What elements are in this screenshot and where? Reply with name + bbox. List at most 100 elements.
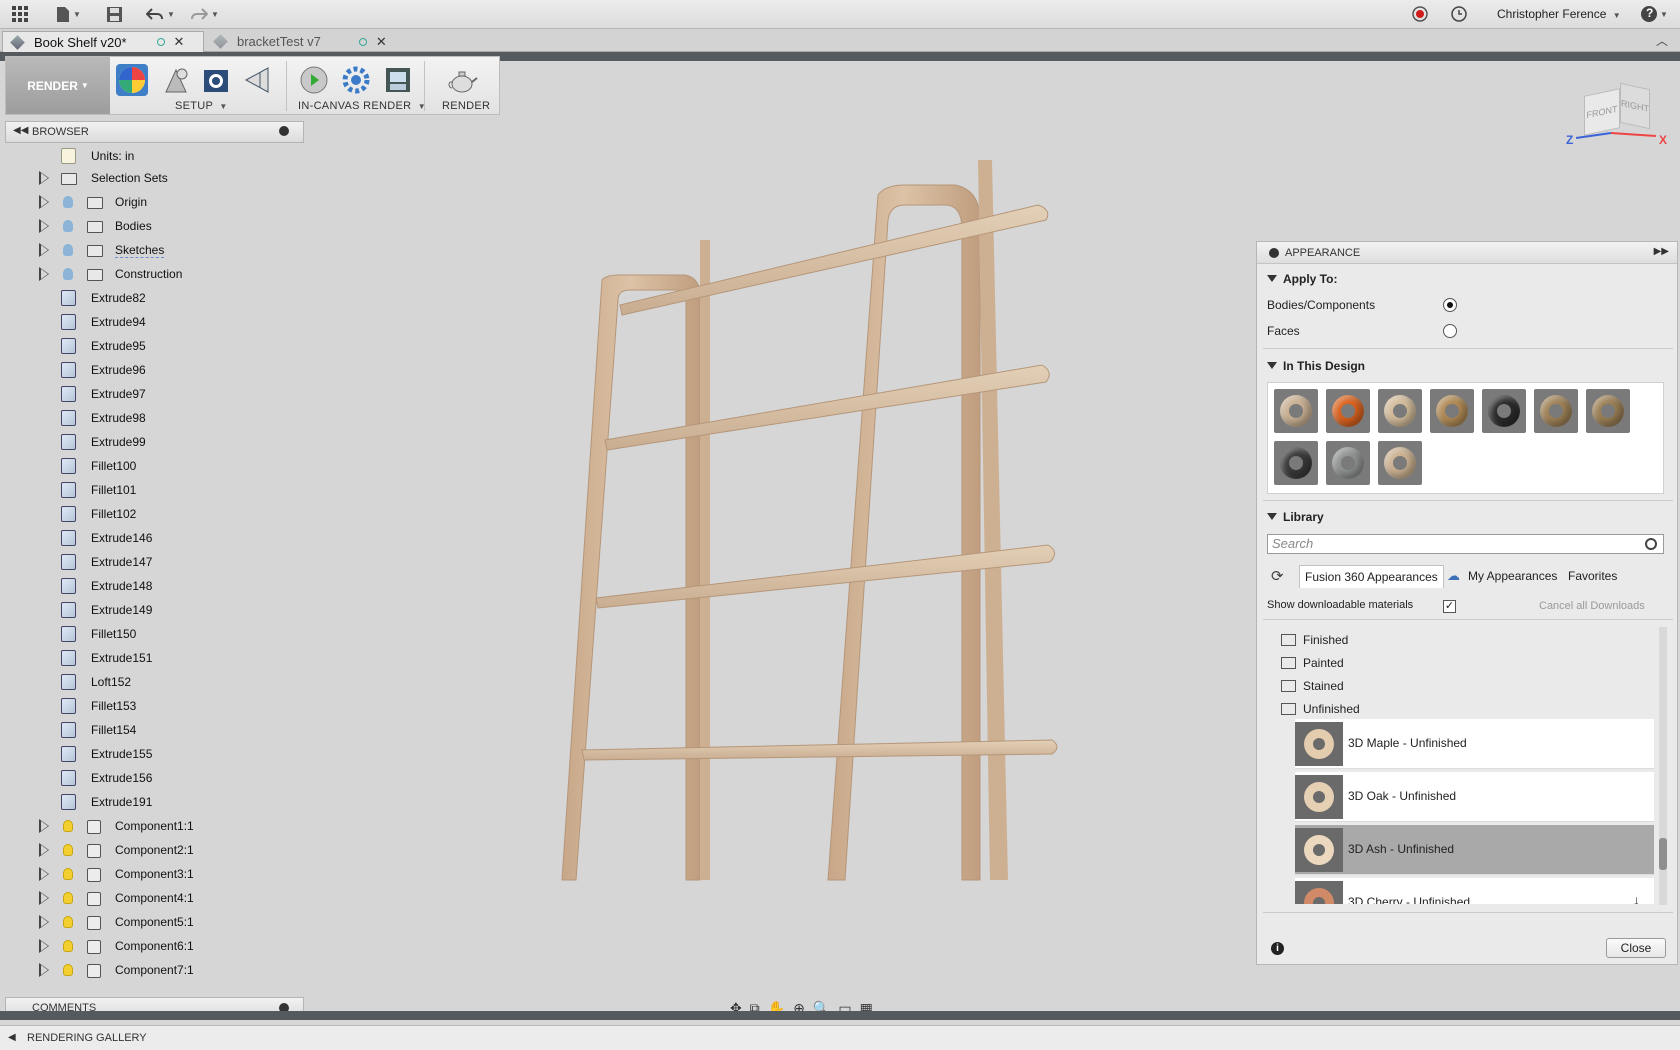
tab-book-shelf[interactable]: Book Shelf v20* ✕: [2, 31, 204, 52]
library-scrollbar-thumb[interactable]: [1659, 838, 1667, 870]
collapse-browser-icon[interactable]: ◀◀: [13, 125, 28, 136]
expand-triangle-icon[interactable]: [39, 963, 49, 977]
material-item[interactable]: 3D Maple - Unfinished: [1295, 719, 1654, 769]
visibility-bulb-icon[interactable]: [63, 196, 73, 208]
tree-item-feature[interactable]: Fillet153: [5, 695, 304, 719]
appearance-swatch[interactable]: [1274, 389, 1318, 433]
visibility-bulb-icon[interactable]: [63, 268, 73, 280]
tree-item-feature[interactable]: Fillet102: [5, 503, 304, 527]
visibility-bulb-icon[interactable]: [63, 844, 73, 856]
appearance-swatch[interactable]: [1534, 389, 1578, 433]
tree-item-component[interactable]: Component5:1: [5, 911, 304, 935]
in-canvas-render-menu[interactable]: IN-CANVAS RENDER ▼: [298, 100, 426, 112]
tree-item-feature[interactable]: Extrude156: [5, 767, 304, 791]
help-menu[interactable]: ? ▼: [1641, 5, 1668, 23]
data-panel-grid-icon[interactable]: [11, 5, 29, 23]
apply-to-section-toggle[interactable]: Apply To:: [1267, 272, 1337, 286]
expand-triangle-icon[interactable]: [39, 195, 49, 209]
redo-icon[interactable]: ▼: [190, 5, 219, 23]
visibility-bulb-icon[interactable]: [63, 892, 73, 904]
appearance-swatch[interactable]: [1274, 441, 1318, 485]
undo-icon[interactable]: ▼: [146, 5, 175, 23]
tree-item-feature[interactable]: Extrude96: [5, 359, 304, 383]
info-icon[interactable]: i: [1271, 942, 1284, 955]
close-tab-icon[interactable]: ✕: [376, 34, 387, 50]
capture-image-tool[interactable]: [382, 64, 414, 96]
appearance-swatch[interactable]: [1378, 441, 1422, 485]
material-item-selected[interactable]: 3D Ash - Unfinished: [1295, 825, 1654, 875]
file-menu-icon[interactable]: ▼: [56, 5, 81, 23]
visibility-bulb-icon[interactable]: [63, 916, 73, 928]
appearance-swatch[interactable]: [1482, 389, 1526, 433]
tree-item-feature[interactable]: Fillet150: [5, 623, 304, 647]
expand-triangle-icon[interactable]: [39, 219, 49, 233]
tree-item-feature[interactable]: Extrude147: [5, 551, 304, 575]
tree-item-selection-sets[interactable]: Selection Sets: [5, 167, 304, 191]
tree-item-units[interactable]: Units: in: [5, 145, 304, 169]
expand-triangle-icon[interactable]: [39, 867, 49, 881]
appearance-swatch[interactable]: [1430, 389, 1474, 433]
appearance-options-icon[interactable]: [1269, 248, 1279, 258]
tree-item-feature[interactable]: Fillet100: [5, 455, 304, 479]
search-icon[interactable]: [1645, 538, 1657, 550]
tree-item-feature[interactable]: Extrude82: [5, 287, 304, 311]
close-tab-icon[interactable]: ✕: [174, 34, 185, 50]
model-viewport[interactable]: [560, 150, 1140, 890]
appearance-swatch[interactable]: [1378, 389, 1422, 433]
user-account-menu[interactable]: Christopher Ference ▼: [1497, 7, 1621, 21]
view-cube-front-face[interactable]: FRONT: [1584, 88, 1620, 136]
tree-item-component[interactable]: Component3:1: [5, 863, 304, 887]
tree-item-feature[interactable]: Extrude149: [5, 599, 304, 623]
collapse-chevron-icon[interactable]: ︿: [1656, 32, 1668, 49]
tree-item-feature[interactable]: Extrude148: [5, 575, 304, 599]
tree-item-component[interactable]: Component7:1: [5, 959, 304, 983]
tree-item-feature[interactable]: Extrude98: [5, 407, 304, 431]
appearance-header[interactable]: APPEARANCE ▶▶: [1257, 242, 1677, 264]
expand-triangle-icon[interactable]: [39, 819, 49, 833]
cancel-downloads-link[interactable]: Cancel all Downloads: [1539, 600, 1645, 612]
save-icon[interactable]: [106, 5, 123, 23]
expand-triangle-icon[interactable]: [39, 939, 49, 953]
rendering-gallery-bar[interactable]: ◀ RENDERING GALLERY: [0, 1025, 1680, 1050]
expand-triangle-icon[interactable]: [39, 243, 49, 257]
workspace-switcher[interactable]: RENDER ▼: [6, 57, 110, 114]
browser-options-icon[interactable]: [279, 126, 289, 136]
bookshelf-model[interactable]: [561, 160, 1058, 881]
tree-item-component[interactable]: Component1:1: [5, 815, 304, 839]
tree-item-feature[interactable]: Fillet101: [5, 479, 304, 503]
appearance-tool[interactable]: [116, 64, 148, 96]
tree-item-component[interactable]: Component2:1: [5, 839, 304, 863]
tree-item-feature[interactable]: Extrude191: [5, 791, 304, 815]
tab-fusion-360-appearances[interactable]: Fusion 360 Appearances: [1299, 565, 1444, 588]
visibility-bulb-icon[interactable]: [63, 244, 73, 256]
visibility-bulb-icon[interactable]: [63, 868, 73, 880]
tree-item-bodies[interactable]: Bodies: [5, 215, 304, 239]
refresh-icon[interactable]: ⟳: [1271, 567, 1284, 585]
close-button[interactable]: Close: [1606, 938, 1666, 958]
tree-item-feature[interactable]: Extrude151: [5, 647, 304, 671]
visibility-bulb-icon[interactable]: [63, 964, 73, 976]
tree-item-component[interactable]: Component6:1: [5, 935, 304, 959]
show-downloadable-checkbox[interactable]: ✓: [1443, 600, 1456, 613]
library-section-toggle[interactable]: Library: [1267, 510, 1324, 524]
tree-item-sketches[interactable]: Sketches: [5, 239, 304, 263]
tab-bracket-test[interactable]: bracketTest v7 ✕: [206, 31, 398, 52]
view-cube-right-face[interactable]: RIGHT: [1620, 82, 1650, 130]
download-arrow-icon[interactable]: ↓: [1633, 892, 1640, 904]
tree-item-construction[interactable]: Construction: [5, 263, 304, 287]
expand-triangle-icon[interactable]: [39, 843, 49, 857]
texture-map-tool[interactable]: [200, 64, 232, 96]
appearance-swatch[interactable]: [1586, 389, 1630, 433]
job-status-clock-icon[interactable]: [1451, 5, 1467, 23]
render-teapot-tool[interactable]: [446, 64, 478, 96]
expand-panel-icon[interactable]: ▶▶: [1654, 246, 1669, 257]
tab-favorites[interactable]: Favorites: [1563, 565, 1622, 588]
tree-item-feature[interactable]: Extrude99: [5, 431, 304, 455]
browser-header[interactable]: ◀◀ BROWSER: [5, 121, 304, 143]
appearance-swatch[interactable]: [1326, 441, 1370, 485]
tree-item-feature[interactable]: Extrude146: [5, 527, 304, 551]
in-this-design-section-toggle[interactable]: In This Design: [1267, 359, 1365, 373]
tree-item-feature[interactable]: Extrude97: [5, 383, 304, 407]
tree-item-feature[interactable]: Extrude94: [5, 311, 304, 335]
record-icon[interactable]: [1412, 5, 1428, 23]
